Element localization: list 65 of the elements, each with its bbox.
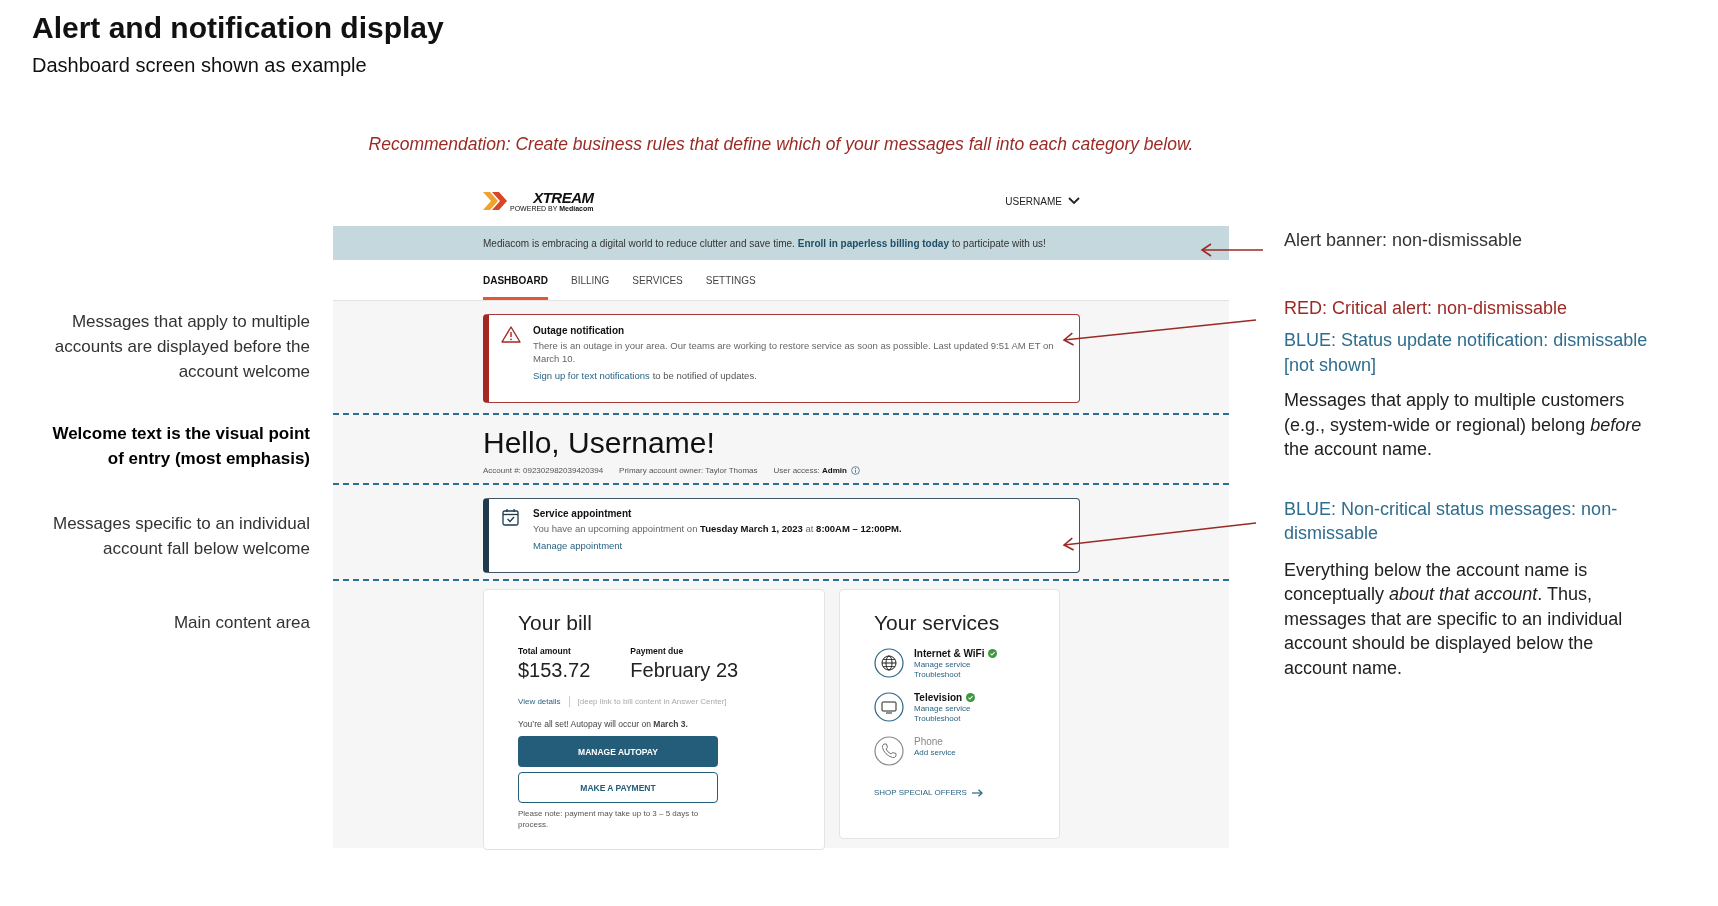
due-date: February 23 — [630, 659, 739, 682]
text-notifications-link[interactable]: Sign up for text notifications — [533, 370, 650, 381]
annotation-text: BLUE: Status update notification: dismissable [not shown] — [1284, 329, 1649, 377]
card-heading: Your services — [874, 610, 1001, 636]
manage-autopay-button[interactable]: MANAGE AUTOPAY — [518, 736, 718, 767]
alert-title: Outage notification — [533, 325, 625, 336]
service-link[interactable]: Troubleshoot — [914, 670, 961, 679]
page-subtitle: Dashboard screen shown as example — [32, 53, 367, 78]
due-label: Payment due — [630, 646, 684, 656]
annotation-text: Welcome text is the visual point of entry (most emphasis) — [51, 423, 310, 470]
special-offers-link[interactable]: SHOP SPECIAL OFFERS — [874, 788, 1029, 797]
amount-value: $153.72 — [518, 659, 591, 682]
service-link[interactable]: Add service — [914, 748, 956, 757]
message-text: You have an upcoming appointment on Tuesday March 1, 2023 at 8:00AM – 12:00PM. — [533, 522, 902, 535]
banner-text: to participate with us! — [951, 237, 1046, 249]
make-payment-button[interactable]: MAKE A PAYMENT — [518, 772, 718, 803]
leader-arrow — [1200, 243, 1264, 257]
message-title: Service appointment — [533, 508, 632, 519]
payment-note: Please note: payment may take up to 3 – 5 days to process. — [518, 808, 700, 830]
account-number: Account #: 092302982039420394 — [483, 466, 604, 475]
service-link[interactable]: Manage service — [914, 704, 971, 713]
television-icon — [874, 692, 904, 722]
caret-icon — [1068, 197, 1080, 205]
view-details-link[interactable]: View details — [518, 697, 561, 706]
user-access: User access: Admin — [773, 466, 847, 475]
autopay-text: You’re all set! Autopay will occur on March 3. — [518, 719, 688, 729]
recommendation-text: Recommendation: Create business rules that define which of your messages fall into each category below. — [367, 133, 1195, 156]
nav-tab[interactable]: BILLING — [571, 260, 610, 300]
logo-wordmark: XTREAM — [533, 190, 594, 205]
service-link[interactable]: Manage service — [914, 660, 971, 669]
phone-icon — [874, 736, 904, 766]
calendar-icon — [501, 508, 521, 526]
banner-text: Mediacom is embracing a digital world to reduce clutter and save time. — [483, 237, 795, 249]
service-link[interactable]: Troubleshoot — [914, 714, 961, 723]
manage-appointment-link[interactable]: Manage appointment — [533, 540, 623, 551]
card-heading: Your bill — [518, 610, 593, 636]
user-menu[interactable]: USERNAME — [1005, 195, 1080, 207]
annotation-text: Main content area — [173, 612, 310, 634]
annotation-text: RED: Critical alert: non-dismissable — [1284, 296, 1568, 320]
nav-tab[interactable]: SERVICES — [632, 260, 683, 300]
annotation-text: Alert banner: non-dismissable — [1284, 229, 1523, 252]
annotation-text: Messages that apply to multiple customers (e.g., system-wide or regional) belong before the account name. — [1284, 389, 1643, 461]
placeholder-note: [deep link to bill content in Answer Center] — [577, 697, 727, 706]
paperless-billing-link[interactable]: Enroll in paperless billing today — [797, 237, 949, 249]
globe-icon — [874, 648, 904, 678]
check-icon — [966, 693, 976, 702]
annotation-text: Messages that apply to multiple accounts are displayed before the account welcome — [53, 311, 310, 383]
annotation-text: Messages specific to an individual account fall below welcome — [51, 513, 310, 560]
welcome-heading: Hello, Username! — [483, 425, 716, 461]
annotation-text: Everything below the account name is conceptually about that account. Thus, messages that are specific to an individual account should be displayed below the account name. — [1284, 558, 1624, 680]
alert-message: There is an outage in your area. Our teams are working to restore service as soon as possible. Last updated 9:51 AM ET on March 10. — [533, 339, 1055, 365]
warning-icon — [501, 325, 521, 343]
alert-message: to be notified of updates. — [652, 370, 757, 381]
info-icon — [850, 466, 860, 475]
service-name: Television — [914, 692, 963, 703]
service-name: Phone — [914, 736, 943, 747]
check-icon — [988, 649, 998, 658]
page-title: Alert and notification display — [32, 10, 445, 46]
account-owner: Primary account owner: Taylor Thomas — [619, 466, 758, 475]
service-name: Internet & WiFi — [914, 648, 985, 659]
nav-tab[interactable]: SETTINGS — [705, 260, 756, 300]
logo-icon — [483, 190, 509, 212]
arrow-right-icon — [971, 788, 983, 797]
amount-label: Total amount — [518, 646, 571, 656]
annotation-text: BLUE: Non-critical status messages: non-dismissable — [1284, 497, 1619, 545]
